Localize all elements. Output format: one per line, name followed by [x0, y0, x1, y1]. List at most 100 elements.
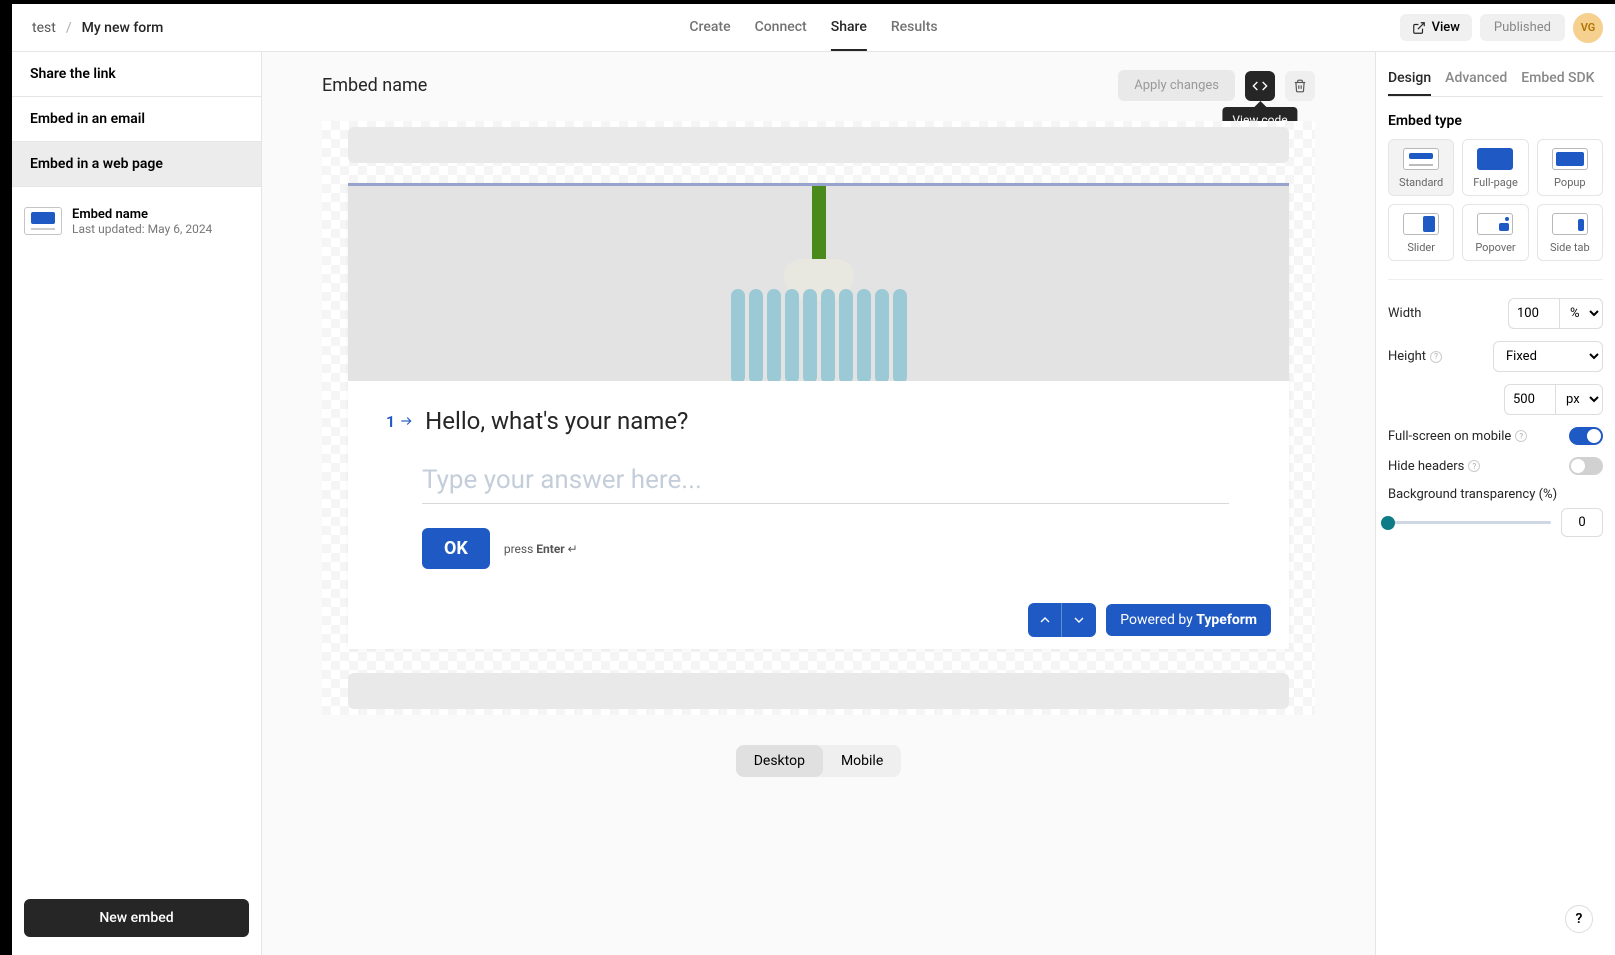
page-title: Embed name — [322, 75, 427, 96]
question-title: Hello, what's your name? — [425, 407, 688, 435]
delete-embed-button[interactable] — [1285, 71, 1315, 101]
device-toggle: Desktop Mobile — [262, 745, 1375, 777]
hide-headers-label: Hide headers? — [1388, 459, 1480, 474]
view-button-label: View — [1432, 20, 1460, 35]
form-prev-button[interactable] — [1028, 603, 1062, 637]
ok-hint: press Enter ↵ — [504, 542, 578, 556]
tab-advanced[interactable]: Advanced — [1445, 62, 1507, 96]
embed-list-item[interactable]: Embed name Last updated: May 6, 2024 — [12, 201, 261, 242]
right-panel: Design Advanced Embed SDK Embed type Sta… — [1375, 52, 1615, 955]
bg-transparency-input[interactable] — [1561, 508, 1603, 537]
chevron-up-icon — [1037, 612, 1053, 628]
ok-hint-press: press — [504, 542, 536, 556]
bottom-placeholder — [348, 673, 1289, 709]
height-label: Height? — [1388, 349, 1442, 364]
form-hero-image — [348, 186, 1289, 381]
standard-icon — [1403, 148, 1439, 170]
external-link-icon — [1412, 21, 1426, 35]
embed-thumb-icon — [24, 207, 62, 235]
main-nav: Create Connect Share Results — [689, 5, 937, 51]
breadcrumb-workspace[interactable]: test — [32, 20, 56, 36]
ok-button[interactable]: OK — [422, 528, 490, 569]
popover-icon — [1477, 213, 1513, 235]
slider-thumb[interactable] — [1381, 516, 1395, 530]
apply-changes-button[interactable]: Apply changes — [1118, 70, 1235, 101]
embed-type-popover[interactable]: Popover — [1462, 204, 1528, 261]
device-desktop-tab[interactable]: Desktop — [736, 745, 823, 777]
powered-by-brand: Typeform — [1196, 612, 1257, 628]
fullscreen-mobile-toggle[interactable] — [1569, 427, 1603, 445]
nav-connect[interactable]: Connect — [755, 5, 807, 51]
powered-by-pre: Powered by — [1120, 612, 1196, 628]
embed-type-sidetab[interactable]: Side tab — [1537, 204, 1603, 261]
info-icon: ? — [1430, 351, 1442, 363]
fullpage-icon — [1477, 148, 1513, 170]
bg-transparency-label: Background transparency (%) — [1388, 487, 1557, 502]
browser-bar-placeholder — [348, 127, 1289, 163]
width-input[interactable] — [1508, 298, 1560, 329]
publish-status[interactable]: Published — [1480, 14, 1565, 41]
embed-type-standard[interactable]: Standard — [1388, 139, 1454, 196]
width-label: Width — [1388, 306, 1421, 321]
share-nav-email[interactable]: Embed in an email — [12, 97, 261, 142]
embed-type-fullpage[interactable]: Full-page — [1462, 139, 1528, 196]
info-icon: ? — [1515, 430, 1527, 442]
answer-input[interactable] — [422, 457, 1229, 504]
height-mode-select[interactable]: Fixed — [1493, 341, 1603, 372]
enter-glyph-icon: ↵ — [565, 542, 578, 556]
embed-type-label: Popover — [1475, 241, 1515, 254]
form-next-button[interactable] — [1062, 603, 1096, 637]
nav-results[interactable]: Results — [891, 5, 938, 51]
share-nav-web[interactable]: Embed in a web page — [12, 142, 261, 187]
nav-share[interactable]: Share — [831, 5, 867, 51]
left-panel: Share the link Embed in an email Embed i… — [12, 52, 262, 955]
tab-embed-sdk[interactable]: Embed SDK — [1521, 62, 1594, 96]
help-button[interactable]: ? — [1565, 905, 1593, 933]
embed-type-label: Slider — [1407, 241, 1435, 254]
popup-icon — [1552, 148, 1588, 170]
breadcrumb-form[interactable]: My new form — [82, 20, 164, 36]
width-unit-select[interactable]: % — [1560, 298, 1603, 329]
embed-type-label: Side tab — [1550, 241, 1590, 254]
ok-hint-key: Enter — [536, 542, 564, 556]
form-nav-arrows — [1028, 603, 1096, 637]
slider-icon — [1403, 213, 1439, 235]
embed-type-label: Full-page — [1473, 176, 1518, 189]
share-nav-link[interactable]: Share the link — [12, 52, 261, 97]
center-area: Embed name Apply changes View code — [262, 52, 1375, 955]
arrow-right-icon — [399, 414, 413, 428]
question-number-value: 1 — [386, 412, 395, 431]
top-bar: test / My new form Create Connect Share … — [12, 4, 1615, 52]
question-number: 1 — [386, 412, 413, 431]
right-tabs: Design Advanced Embed SDK — [1388, 62, 1603, 97]
height-input[interactable] — [1504, 384, 1556, 415]
new-embed-button[interactable]: New embed — [24, 899, 249, 937]
fullscreen-mobile-label: Full-screen on mobile? — [1388, 429, 1527, 444]
embed-item-subtitle: Last updated: May 6, 2024 — [72, 222, 212, 236]
nav-create[interactable]: Create — [689, 5, 730, 51]
info-icon: ? — [1468, 460, 1480, 472]
embed-preview-canvas: 1 Hello, what's your name? OK press Ente… — [322, 121, 1315, 715]
view-code-button[interactable] — [1245, 71, 1275, 101]
embed-type-popup[interactable]: Popup — [1537, 139, 1603, 196]
height-unit-select[interactable]: px — [1556, 384, 1603, 415]
breadcrumb-separator: / — [66, 20, 72, 36]
embed-type-slider[interactable]: Slider — [1388, 204, 1454, 261]
embed-type-label: Standard — [1399, 176, 1443, 189]
chevron-down-icon — [1071, 612, 1087, 628]
tab-design[interactable]: Design — [1388, 62, 1431, 96]
view-button[interactable]: View — [1400, 14, 1472, 41]
share-nav: Share the link Embed in an email Embed i… — [12, 52, 261, 187]
embed-item-title: Embed name — [72, 207, 212, 222]
bg-transparency-slider[interactable] — [1388, 521, 1551, 524]
powered-by-button[interactable]: Powered by Typeform — [1106, 604, 1271, 636]
hide-headers-toggle[interactable] — [1569, 457, 1603, 475]
code-icon — [1252, 78, 1268, 94]
sidetab-icon — [1552, 213, 1588, 235]
trash-icon — [1293, 79, 1307, 93]
embed-type-title: Embed type — [1388, 113, 1603, 129]
device-mobile-tab[interactable]: Mobile — [823, 745, 901, 777]
avatar[interactable]: VG — [1573, 13, 1603, 43]
breadcrumb: test / My new form — [24, 20, 163, 36]
embed-type-label: Popup — [1554, 176, 1586, 189]
